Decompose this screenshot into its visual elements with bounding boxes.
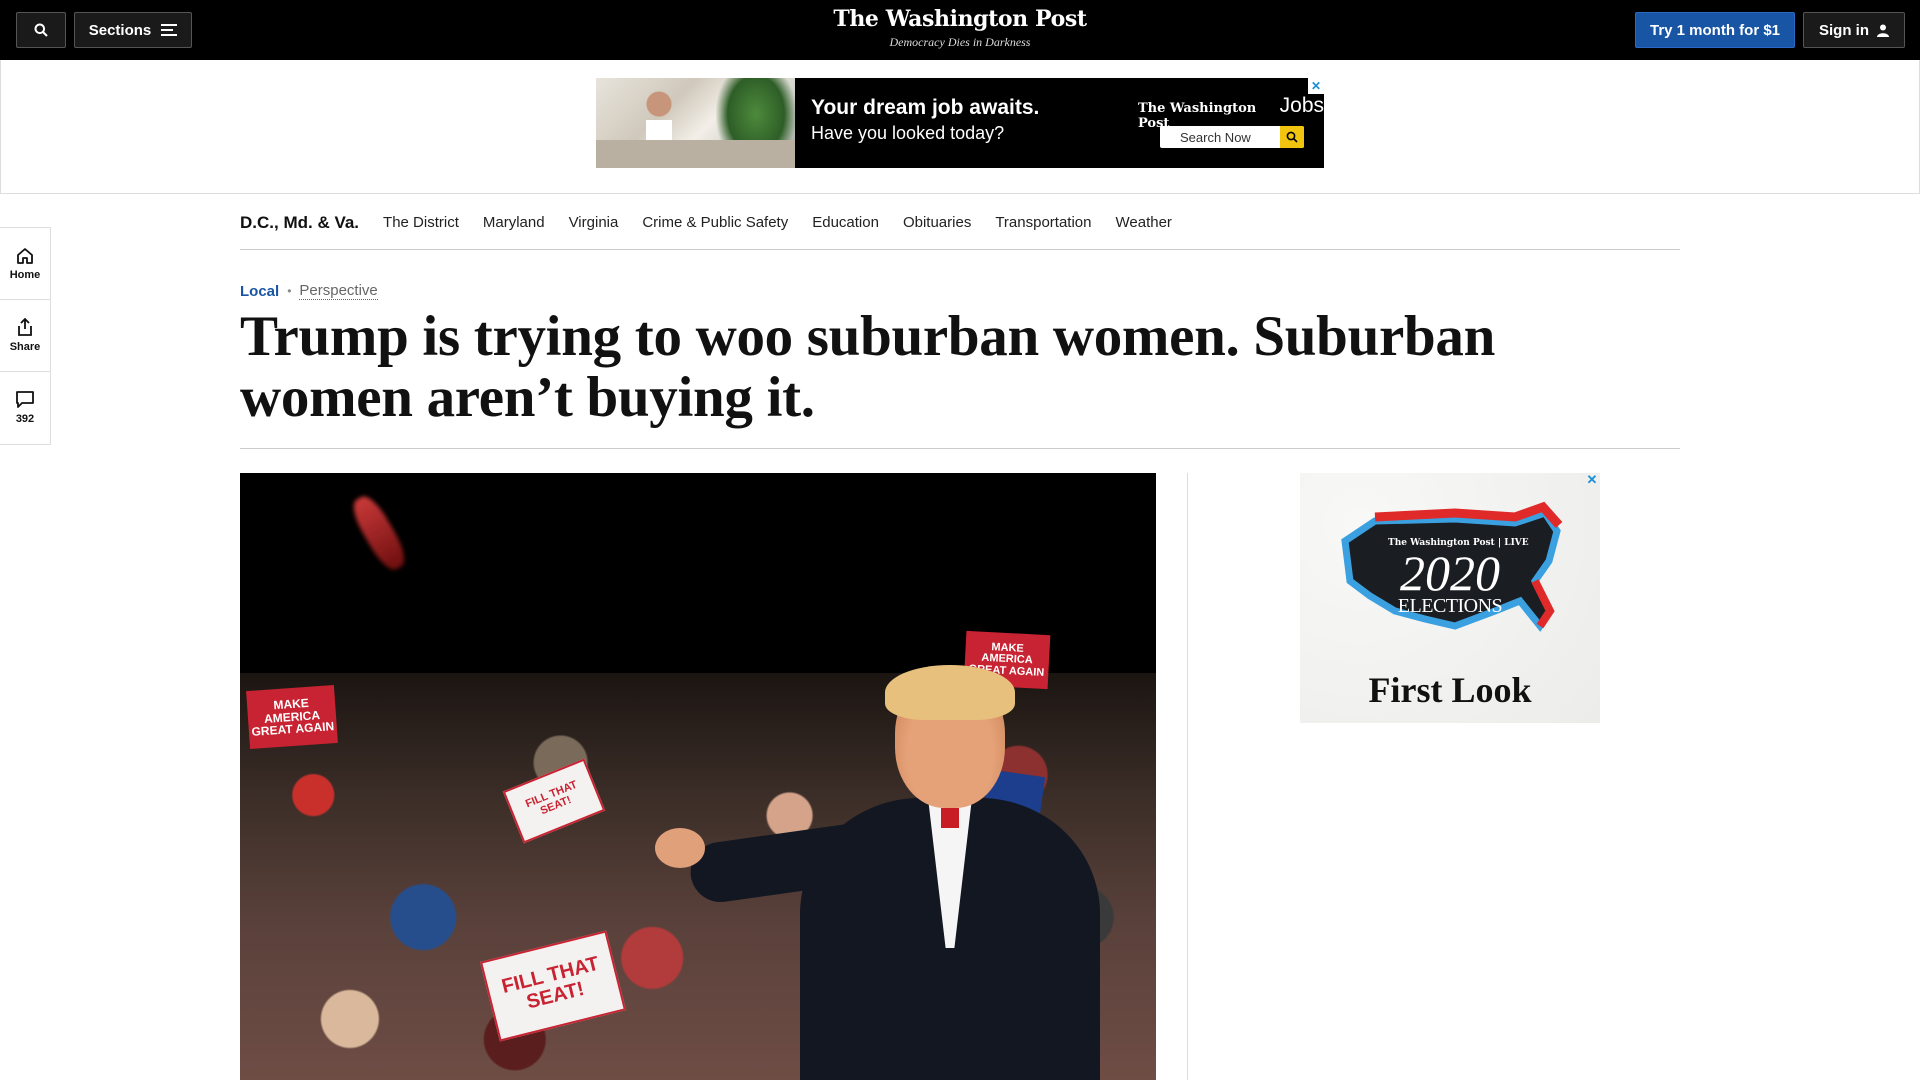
top-bar: Sections The Washington Post Democracy D… bbox=[0, 0, 1920, 60]
comments-count: 392 bbox=[15, 413, 35, 425]
nav-link-virginia[interactable]: Virginia bbox=[569, 214, 619, 231]
share-icon bbox=[18, 318, 32, 336]
nav-link-education[interactable]: Education bbox=[812, 214, 879, 231]
section-nav: D.C., Md. & Va. The District Maryland Vi… bbox=[240, 196, 1680, 250]
article-kicker: Local • Perspective bbox=[240, 282, 378, 300]
comments-button[interactable]: 392 bbox=[0, 372, 50, 444]
home-label: Home bbox=[9, 268, 41, 281]
home-button[interactable]: Home bbox=[0, 228, 50, 300]
hamburger-icon bbox=[161, 24, 178, 36]
lead-photo[interactable]: MAKE AMERICA GREAT AGAIN MAKE AMERICA GR… bbox=[240, 473, 1156, 1080]
elections-ad-word: ELECTIONS bbox=[1397, 595, 1503, 617]
kicker-label-perspective[interactable]: Perspective bbox=[299, 282, 378, 300]
jobs-banner-ad[interactable]: Your dream job awaits. Have you looked t… bbox=[596, 78, 1324, 168]
sections-label: Sections bbox=[88, 21, 152, 39]
flying-hat-shape bbox=[346, 491, 412, 575]
article-headline: Trump is trying to woo suburban women. S… bbox=[240, 305, 1495, 429]
column-divider bbox=[1187, 473, 1188, 1080]
nav-link-obituaries[interactable]: Obituaries bbox=[903, 214, 971, 231]
search-icon bbox=[1280, 126, 1304, 148]
comment-icon bbox=[16, 391, 34, 408]
section-title[interactable]: D.C., Md. & Va. bbox=[240, 213, 359, 233]
share-button[interactable]: Share bbox=[0, 300, 50, 372]
elections-ad[interactable]: The Washington Post | LIVE 2020 ELECTION… bbox=[1300, 473, 1600, 723]
home-icon bbox=[17, 247, 33, 264]
ad-headline: Your dream job awaits. bbox=[811, 96, 1040, 119]
kicker-section-link[interactable]: Local bbox=[240, 283, 279, 300]
elections-ad-year: 2020 bbox=[1400, 545, 1500, 601]
nav-link-transportation[interactable]: Transportation bbox=[995, 214, 1091, 231]
nav-link-crime-public-safety[interactable]: Crime & Public Safety bbox=[642, 214, 788, 231]
search-icon bbox=[34, 23, 48, 37]
nav-link-maryland[interactable]: Maryland bbox=[483, 214, 545, 231]
share-label: Share bbox=[9, 341, 41, 353]
masthead[interactable]: The Washington Post Democracy Dies in Da… bbox=[760, 6, 1160, 50]
site-logo[interactable]: The Washington Post bbox=[760, 6, 1160, 32]
ad-search-now-button[interactable]: Search Now bbox=[1160, 126, 1304, 148]
sign-in-button[interactable]: Sign in bbox=[1803, 12, 1905, 48]
ad-close-icon[interactable]: ✕ bbox=[1585, 472, 1599, 487]
ad-search-label: Search Now bbox=[1180, 129, 1251, 145]
ad-brand-jobs: Jobs bbox=[1279, 94, 1324, 117]
ad-subline: Have you looked today? bbox=[811, 123, 1005, 143]
sign-in-label: Sign in bbox=[1819, 21, 1869, 39]
kicker-separator: • bbox=[287, 284, 292, 298]
headline-divider bbox=[240, 448, 1680, 449]
maga-sign-left: MAKE AMERICA GREAT AGAIN bbox=[246, 685, 338, 749]
share-rail: Home Share 392 bbox=[0, 227, 51, 445]
user-icon bbox=[1877, 24, 1889, 37]
ad-close-icon[interactable]: ✕ bbox=[1308, 78, 1324, 94]
speaker-figure bbox=[655, 665, 1100, 1080]
search-button[interactable] bbox=[16, 12, 66, 48]
subscribe-button[interactable]: Try 1 month for $1 bbox=[1635, 12, 1795, 48]
sections-button[interactable]: Sections bbox=[74, 12, 192, 48]
nav-link-the-district[interactable]: The District bbox=[383, 214, 459, 231]
elections-ad-tagline: First Look bbox=[1368, 670, 1532, 710]
site-tagline: Democracy Dies in Darkness bbox=[889, 35, 1031, 49]
nav-link-weather[interactable]: Weather bbox=[1116, 214, 1172, 231]
ad-photo bbox=[596, 78, 796, 168]
